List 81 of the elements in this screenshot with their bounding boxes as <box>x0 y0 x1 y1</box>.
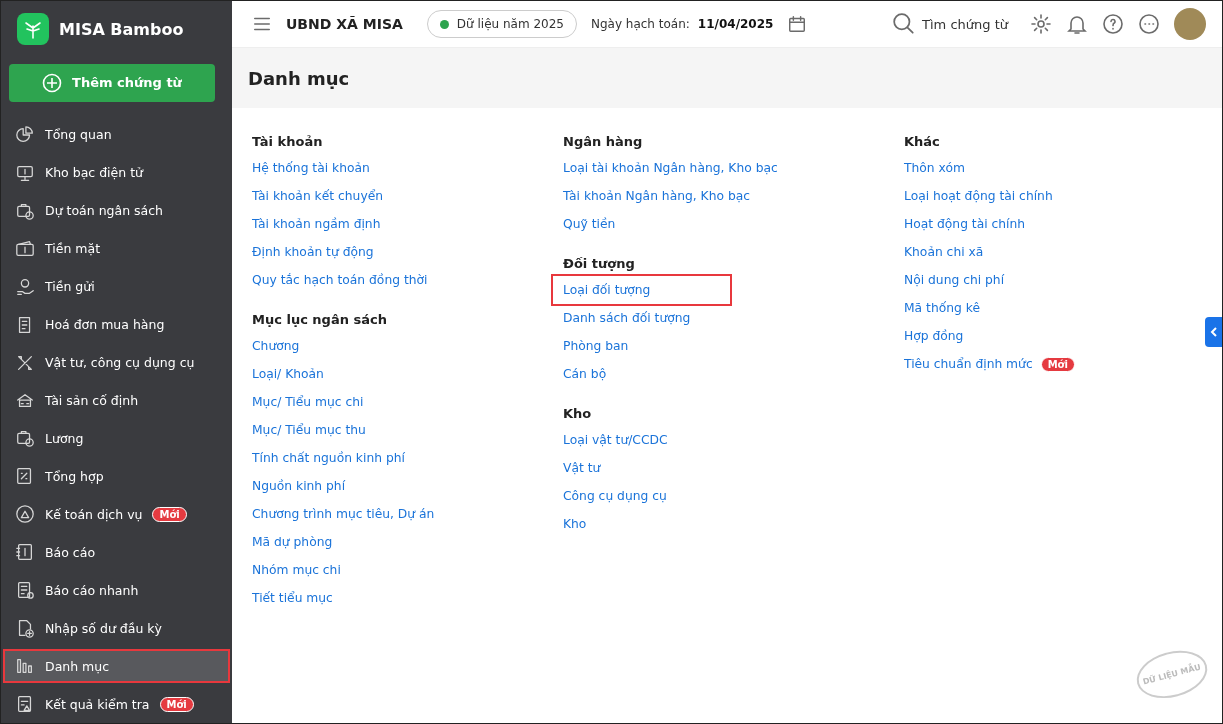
app-name: MISA Bamboo <box>59 19 184 39</box>
catalog-link[interactable]: Hoạt động tài chính <box>904 210 1026 238</box>
catalog-link[interactable]: Kho <box>563 510 587 538</box>
section-heading: Đối tượng <box>563 254 636 273</box>
chevron-left-icon <box>1209 327 1218 337</box>
section-heading: Khác <box>904 132 941 151</box>
avatar[interactable] <box>1174 8 1206 40</box>
plus-circle-icon <box>42 72 63 93</box>
add-voucher-button[interactable]: Thêm chứng từ <box>9 63 215 102</box>
catalog-link[interactable]: Tài khoản kết chuyển <box>252 182 383 210</box>
catalog-link[interactable]: Mục/ Tiểu mục chi <box>252 388 364 416</box>
catalog-link[interactable]: Loại đối tượng <box>553 276 731 304</box>
calendar-icon <box>787 14 808 34</box>
sidebar-item[interactable]: Vật tư, công cụ dụng cụ <box>3 345 230 380</box>
bamboo-logo-icon <box>17 13 49 46</box>
section-heading: Tài khoản <box>252 132 324 151</box>
sidebar-item[interactable]: Dự toán ngân sách <box>3 193 230 228</box>
triangle-circle-icon <box>15 504 35 525</box>
catalog-link[interactable]: Nội dung chi phí <box>904 266 1005 294</box>
sidebar-item[interactable]: Kho bạc điện tử <box>3 155 230 190</box>
catalog-link[interactable]: Cán bộ <box>563 360 607 388</box>
catalog-link[interactable]: Hệ thống tài khoản <box>252 154 370 182</box>
sidebar-item[interactable]: Tổng hợp <box>3 459 230 494</box>
sidebar-item[interactable]: Lương <box>3 421 230 456</box>
catalog-link[interactable]: Thôn xóm <box>904 154 965 182</box>
sidebar-item[interactable]: Tài sản cố định <box>3 383 230 418</box>
organization-name: UBND XÃ MISA <box>286 16 403 32</box>
report-icon <box>15 580 35 601</box>
catalog-link[interactable]: Loại vật tư/CCDC <box>563 426 668 454</box>
section-heading: Kho <box>563 404 593 423</box>
catalog-link[interactable]: Khoản chi xã <box>904 238 984 266</box>
catalog-link[interactable]: Nguồn kinh phí <box>252 472 346 500</box>
collapse-panel-button[interactable] <box>1205 317 1222 347</box>
sidebar-item[interactable]: Danh mục <box>3 649 230 684</box>
catalog-link[interactable]: Tài khoản Ngân hàng, Kho bạc <box>563 182 750 210</box>
catalog-link[interactable]: Vật tư <box>563 454 601 482</box>
catalog-link[interactable]: Công cụ dụng cụ <box>563 482 667 510</box>
help-icon <box>1102 13 1124 35</box>
catalog-link[interactable]: Tiết tiểu mục <box>252 584 333 612</box>
catalog-link[interactable]: Chương <box>252 332 300 360</box>
section-heading: Mục lục ngân sách <box>252 310 388 329</box>
catalog-link[interactable]: Loại/ Khoản <box>252 360 324 388</box>
posting-date[interactable]: 11/04/2025 <box>697 17 774 31</box>
new-badge: Mới <box>152 506 187 522</box>
more-icon <box>1138 13 1160 35</box>
new-badge: Mới <box>1040 356 1075 372</box>
sidebar-item[interactable]: Tiền gửi <box>3 269 230 304</box>
ledger-icon <box>15 542 35 563</box>
sidebar-item[interactable]: Tiền mặt <box>3 231 230 266</box>
search-icon <box>892 12 917 36</box>
sidebar-item[interactable]: Kế toán dịch vụ Mới <box>3 497 230 532</box>
catalog-link[interactable]: Mã dự phòng <box>252 528 333 556</box>
sidebar-item[interactable]: Hoá đơn mua hàng <box>3 307 230 342</box>
catalog-link[interactable]: Hợp đồng <box>904 322 964 350</box>
pie-chart-icon <box>15 124 35 145</box>
sidebar-item[interactable]: Kết quả kiểm tra Mới <box>3 687 230 722</box>
catalog-link[interactable]: Tiêu chuẩn định mức Mới <box>904 350 1075 378</box>
date-label: Ngày hạch toán: <box>590 17 690 31</box>
catalog-link[interactable]: Phòng ban <box>563 332 629 360</box>
sidebar-item[interactable]: Tổng quan <box>3 117 230 152</box>
catalog-link[interactable]: Loại hoạt động tài chính <box>904 182 1053 210</box>
sidebar-item[interactable]: Nhập số dư đầu kỳ <box>3 611 230 646</box>
catalog-link[interactable]: Quy tắc hạch toán đồng thời <box>252 266 428 294</box>
new-badge: Mới <box>159 696 194 712</box>
catalog-link[interactable]: Tài khoản ngầm định <box>252 210 381 238</box>
briefcase-icon <box>15 428 35 449</box>
sidebar-item[interactable]: Báo cáo nhanh <box>3 573 230 608</box>
sidebar-item[interactable]: Báo cáo <box>3 535 230 570</box>
bell-icon <box>1066 13 1088 35</box>
section-heading: Ngân hàng <box>563 132 644 151</box>
catalog-link[interactable]: Quỹ tiền <box>563 210 616 238</box>
search-button[interactable]: Tìm chứng từ <box>892 12 1008 36</box>
catalog-link[interactable]: Danh sách đối tượng <box>563 304 691 332</box>
catalog-link[interactable]: Tính chất nguồn kinh phí <box>252 444 405 472</box>
catalog-link[interactable]: Chương trình mục tiêu, Dự án <box>252 500 435 528</box>
catalog-link[interactable]: Loại tài khoản Ngân hàng, Kho bạc <box>563 154 778 182</box>
catalog-link[interactable]: Nhóm mục chi <box>252 556 341 584</box>
page-title: Danh mục <box>232 48 1222 108</box>
catalog-link[interactable]: Mã thống kê <box>904 294 980 322</box>
catalog-link[interactable]: Mục/ Tiểu mục thu <box>252 416 366 444</box>
catalog-link[interactable]: Định khoản tự động <box>252 238 374 266</box>
